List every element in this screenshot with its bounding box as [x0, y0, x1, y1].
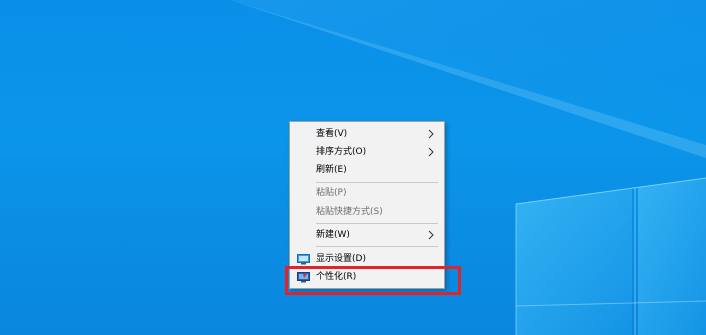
menu-separator	[316, 246, 438, 247]
menu-item-label: 粘贴(P)	[316, 188, 347, 198]
menu-item-sort-by[interactable]: 排序方式(O)	[290, 143, 444, 161]
menu-item-paste-shortcut[interactable]: 粘贴快捷方式(S)	[290, 203, 444, 221]
menu-item-label: 刷新(E)	[316, 165, 347, 175]
menu-separator	[316, 182, 438, 183]
menu-item-label: 排序方式(O)	[316, 147, 367, 157]
highlight-annotation-box	[285, 266, 461, 295]
menu-separator	[316, 223, 438, 224]
menu-item-label: 查看(V)	[316, 129, 348, 139]
menu-item-label: 粘贴快捷方式(S)	[316, 207, 383, 217]
chevron-right-icon	[428, 230, 434, 240]
menu-item-refresh[interactable]: 刷新(E)	[290, 161, 444, 179]
display-icon	[297, 254, 310, 265]
desktop-context-menu: 查看(V) 排序方式(O) 刷新(E) 粘贴(P) 粘贴快捷方式(S) 新建(W…	[289, 121, 445, 289]
desktop[interactable]: 查看(V) 排序方式(O) 刷新(E) 粘贴(P) 粘贴快捷方式(S) 新建(W…	[0, 0, 706, 335]
windows-logo-pane	[516, 188, 632, 335]
chevron-right-icon	[428, 147, 434, 157]
menu-item-paste[interactable]: 粘贴(P)	[290, 184, 444, 202]
chevron-right-icon	[428, 129, 434, 139]
windows-logo-pane	[638, 178, 706, 335]
menu-item-new[interactable]: 新建(W)	[290, 226, 444, 244]
menu-item-view[interactable]: 查看(V)	[290, 125, 444, 143]
menu-item-label: 新建(W)	[316, 230, 350, 240]
